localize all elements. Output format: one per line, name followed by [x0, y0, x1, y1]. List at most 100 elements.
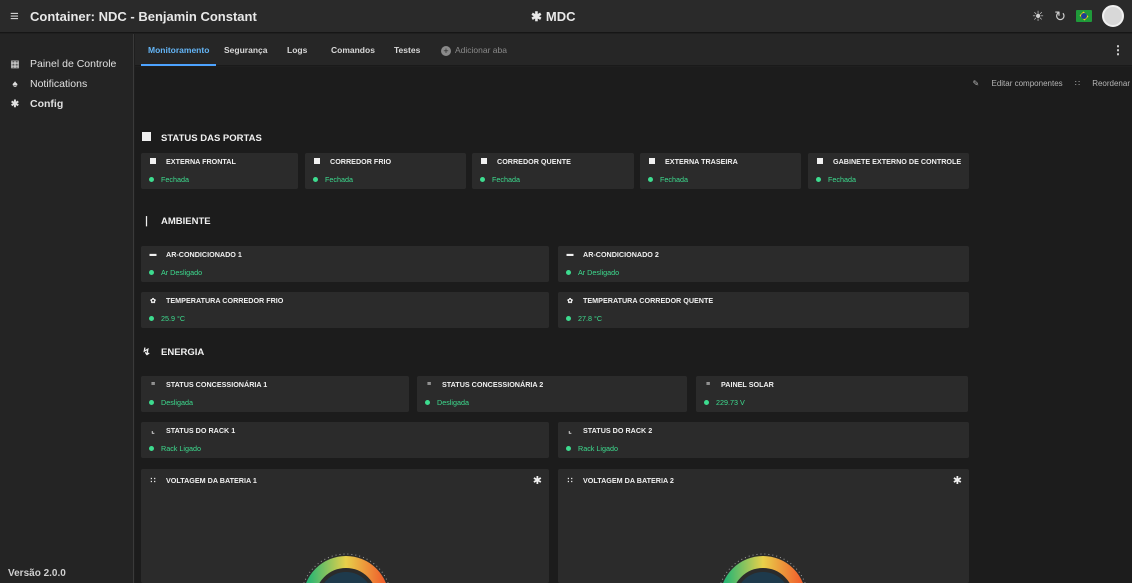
card-title: AR-CONDICIONADO 2	[583, 250, 659, 259]
grid-icon: ∷	[567, 476, 573, 485]
tab-testes[interactable]: Testes	[394, 45, 420, 55]
reorder-label: Reordenar	[1092, 79, 1130, 88]
active-tab-indicator	[141, 64, 216, 66]
door-icon	[816, 157, 824, 166]
rack-status-card: ⌞ STATUS DO RACK 2 Rack Ligado	[558, 422, 969, 458]
edit-components-button[interactable]: ✎ Editar componentes	[973, 79, 1063, 88]
door-icon	[141, 132, 152, 144]
brazil-flag-icon[interactable]	[1076, 10, 1092, 22]
card-title: PAINEL SOLAR	[721, 380, 774, 389]
status-dot	[149, 446, 154, 451]
utility-status-card: ≡ STATUS CONCESSIONÁRIA 2 Desligada	[417, 376, 687, 412]
card-title: TEMPERATURA CORREDOR FRIO	[166, 296, 284, 305]
air-conditioner-icon: ▬	[566, 251, 574, 258]
top-bar: ≡ Container: NDC - Benjamin Constant ✱ MD…	[0, 0, 1132, 33]
version-label: Versão 2.0.0	[8, 568, 66, 579]
status-dot	[480, 177, 485, 182]
card-status: Desligada	[161, 398, 193, 407]
menu-icon[interactable]: ≡	[10, 8, 19, 25]
sidebar-item-config[interactable]: ✱ Config	[0, 94, 133, 114]
card-title: GABINETE EXTERNO DE CONTROLE	[833, 157, 962, 166]
sidebar-item-notifications[interactable]: ♠ Notifications	[0, 74, 133, 94]
card-status: Fechada	[325, 175, 353, 184]
door-card: GABINETE EXTERNO DE CONTROLE Fechada	[808, 153, 969, 189]
reorder-button[interactable]: ∷ Reordenar	[1075, 79, 1130, 88]
settings-icon[interactable]: ✱	[953, 474, 962, 487]
rack-icon: ⌞	[568, 427, 572, 435]
card-title: CORREDOR QUENTE	[497, 157, 571, 166]
sidebar-item-label: Config	[30, 98, 64, 110]
theme-toggle-icon[interactable]: ☀	[1032, 8, 1045, 25]
card-status: Fechada	[660, 175, 688, 184]
settings-icon[interactable]: ✱	[533, 474, 542, 487]
section-title-environment: ∣ AMBIENTE	[141, 216, 211, 227]
status-dot	[566, 270, 571, 275]
gear-icon: ✱	[531, 9, 542, 24]
card-title: EXTERNA FRONTAL	[166, 157, 236, 166]
battery-gauge-card: ∷ VOLTAGEM DA BATERIA 1 ✱	[141, 469, 549, 583]
air-conditioner-icon: ▬	[149, 251, 157, 258]
main-content: ✎ Editar componentes ∷ Reordenar STATUS …	[135, 67, 1132, 583]
sidebar: ▦ Painel de Controle ♠ Notifications ✱ C…	[0, 34, 134, 583]
edit-components-label: Editar componentes	[991, 79, 1063, 88]
card-status: Fechada	[828, 175, 856, 184]
card-title: STATUS DO RACK 2	[583, 426, 653, 435]
tab-monitoramento[interactable]: Monitoramento	[148, 45, 209, 55]
fan-icon: ✿	[150, 297, 156, 305]
sidebar-item-label: Notifications	[30, 78, 88, 90]
card-title: AR-CONDICIONADO 1	[166, 250, 242, 259]
tab-logs[interactable]: Logs	[287, 45, 307, 55]
card-title: VOLTAGEM DA BATERIA 1	[166, 476, 257, 485]
card-status: Desligada	[437, 398, 469, 407]
door-icon	[313, 157, 321, 166]
section-title-text: STATUS DAS PORTAS	[161, 132, 262, 144]
status-dot	[566, 316, 571, 321]
fan-icon: ✿	[567, 297, 573, 305]
plus-icon: +	[441, 46, 451, 56]
card-status: Ar Desligado	[161, 268, 203, 277]
sidebar-item-painel-de-controle[interactable]: ▦ Painel de Controle	[0, 54, 133, 74]
tab-seguranca[interactable]: Segurança	[224, 45, 267, 55]
status-dot	[149, 316, 154, 321]
door-card: CORREDOR FRIO Fechada	[305, 153, 466, 189]
card-status: Rack Ligado	[161, 444, 201, 453]
battery-gauge	[720, 553, 806, 583]
tab-comandos[interactable]: Comandos	[331, 45, 375, 55]
card-status: Ar Desligado	[578, 268, 620, 277]
add-tab-label: Adicionar aba	[455, 45, 507, 55]
power-line-icon: ≡	[426, 381, 432, 388]
rack-status-card: ⌞ STATUS DO RACK 1 Rack Ligado	[141, 422, 549, 458]
gear-icon: ✱	[10, 98, 20, 110]
power-line-icon: ≡	[150, 381, 156, 388]
card-title: STATUS CONCESSIONÁRIA 1	[166, 380, 268, 389]
card-title: STATUS DO RACK 1	[166, 426, 236, 435]
add-tab-button[interactable]: + Adicionar aba	[441, 45, 507, 56]
avatar[interactable]	[1102, 5, 1124, 27]
thermometer-icon: ∣	[144, 216, 149, 227]
dashboard-icon: ▦	[10, 58, 20, 70]
refresh-icon[interactable]: ↻	[1054, 8, 1066, 25]
tab-bar: Monitoramento Segurança Logs Comandos Te…	[135, 34, 1132, 66]
card-status: Rack Ligado	[578, 444, 618, 453]
status-dot	[704, 400, 709, 405]
door-icon	[648, 157, 656, 166]
solar-panel-icon: ≡	[705, 381, 711, 388]
door-icon	[480, 157, 488, 166]
card-status: 25.9 °C	[161, 314, 186, 323]
bell-icon: ♠	[12, 78, 18, 90]
app-title: Container: NDC - Benjamin Constant	[30, 9, 257, 24]
temperature-card: ✿ TEMPERATURA CORREDOR QUENTE 27.8 °C	[558, 292, 969, 328]
card-title: STATUS CONCESSIONÁRIA 2	[442, 380, 544, 389]
status-dot	[425, 400, 430, 405]
utility-status-card: ≡ STATUS CONCESSIONÁRIA 1 Desligada	[141, 376, 409, 412]
card-status: 27.8 °C	[578, 314, 603, 323]
ac-card: ▬ AR-CONDICIONADO 2 Ar Desligado	[558, 246, 969, 282]
more-options-icon[interactable]: ⋮	[1112, 43, 1124, 57]
status-dot	[566, 446, 571, 451]
center-title-text: MDC	[545, 9, 576, 24]
solar-panel-card: ≡ PAINEL SOLAR 229.73 V	[696, 376, 968, 412]
status-dot	[313, 177, 318, 182]
section-title-text: ENERGIA	[161, 347, 205, 358]
temperature-card: ✿ TEMPERATURA CORREDOR FRIO 25.9 °C	[141, 292, 549, 328]
ac-card: ▬ AR-CONDICIONADO 1 Ar Desligado	[141, 246, 549, 282]
